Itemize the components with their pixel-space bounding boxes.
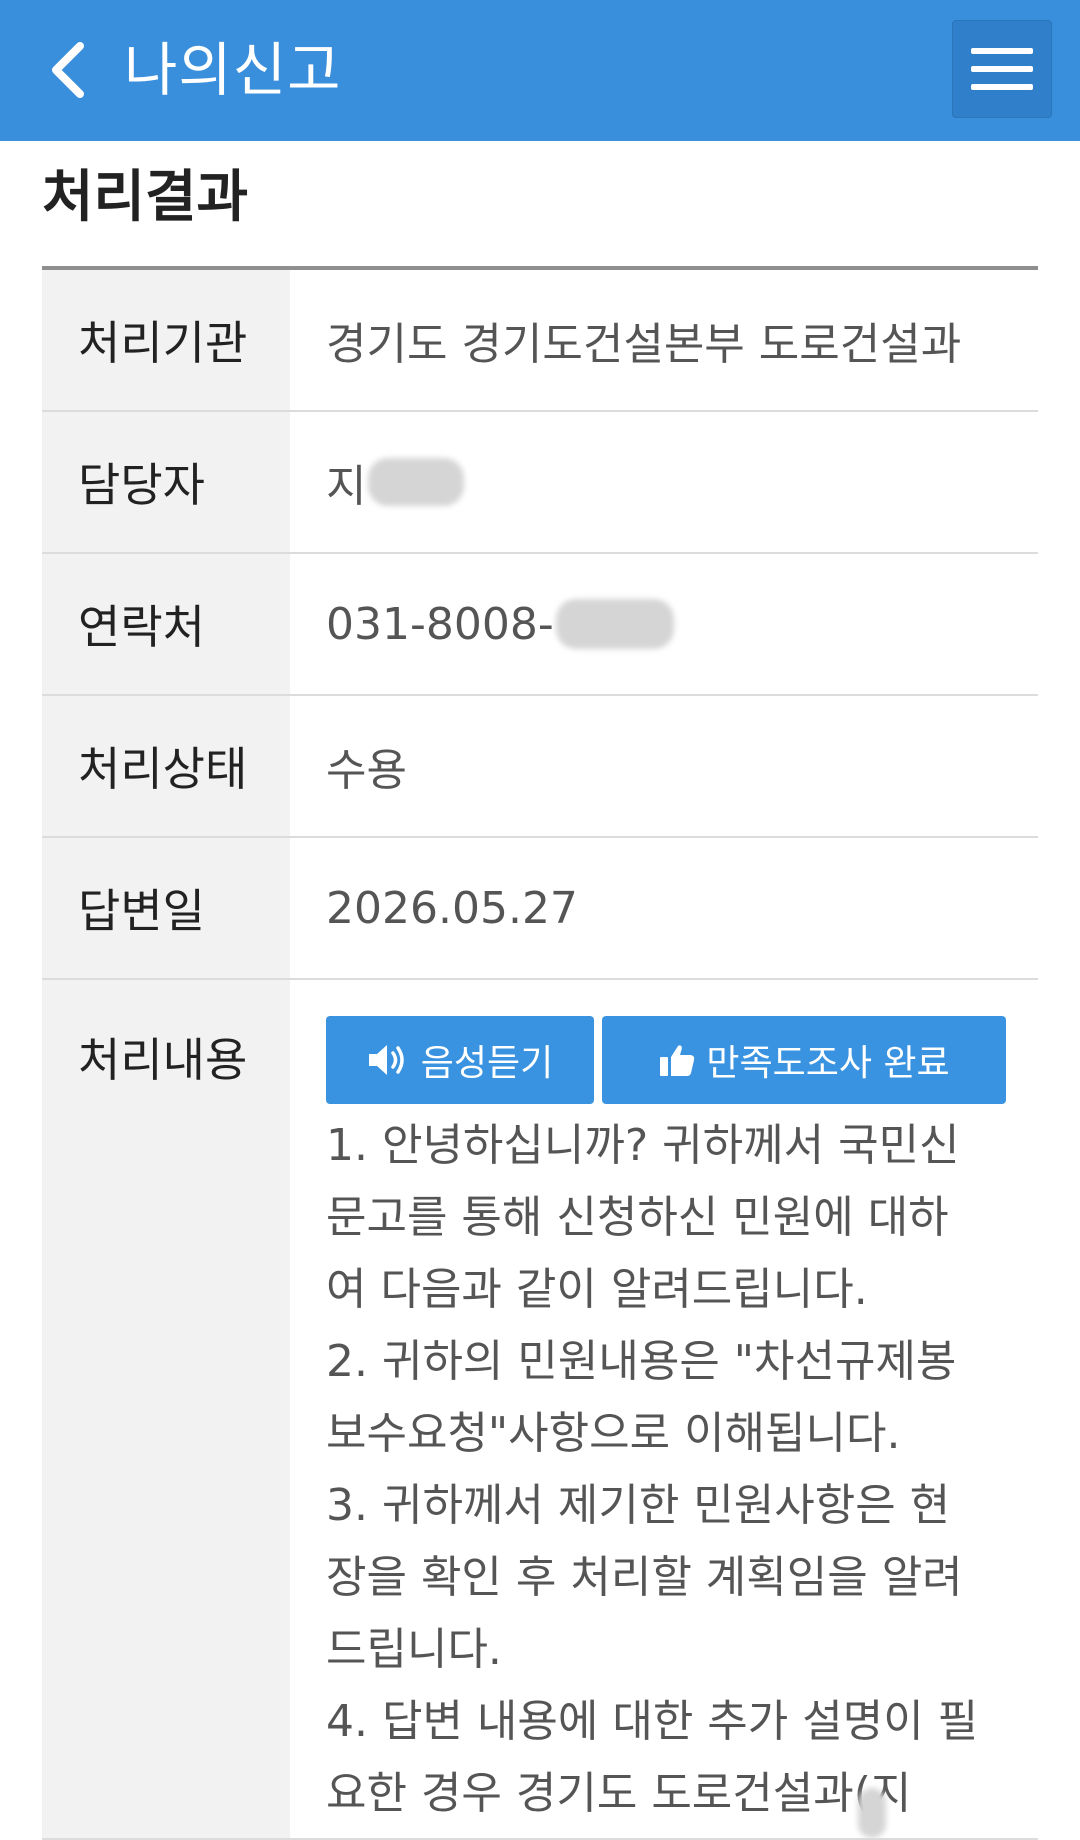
status-label: 처리상태 xyxy=(42,696,290,836)
app-bar: 나의신고 xyxy=(0,0,1080,141)
manager-value: 지 xyxy=(290,412,1038,552)
voice-listen-button[interactable]: 음성듣기 xyxy=(326,1016,594,1104)
manager-name: 지 xyxy=(326,461,367,512)
table-row-content: 처리내용 음성듣기 만족도조사 완료 1. 안녕하십니까? 귀하께서 국민신 문… xyxy=(42,980,1038,1840)
manager-label: 담당자 xyxy=(42,412,290,552)
answer-date-label: 답변일 xyxy=(42,838,290,978)
thumbs-up-icon xyxy=(660,1045,695,1076)
contact-label: 연락처 xyxy=(42,554,290,694)
redacted-blur xyxy=(555,599,674,649)
content-label: 처리내용 xyxy=(42,980,290,1838)
voice-listen-label: 음성듣기 xyxy=(420,1043,554,1084)
menu-button[interactable] xyxy=(952,20,1052,118)
redacted-blur xyxy=(858,1788,886,1838)
hamburger-menu-icon xyxy=(971,48,1033,54)
agency-label: 처리기관 xyxy=(42,270,290,410)
table-row-manager: 담당자 지 xyxy=(42,412,1038,554)
table-row-agency: 처리기관 경기도 경기도건설본부 도로건설과 xyxy=(42,270,1038,412)
back-button[interactable] xyxy=(38,34,98,106)
table-row-contact: 연락처 031-8008- xyxy=(42,554,1038,696)
satisfaction-survey-button[interactable]: 만족도조사 완료 xyxy=(602,1016,1006,1104)
contact-value: 031-8008- xyxy=(290,554,1038,694)
contact-number: 031-8008- xyxy=(326,598,554,650)
page-title: 나의신고 xyxy=(124,36,342,104)
chevron-left-icon xyxy=(52,42,84,98)
table-row-status: 처리상태 수용 xyxy=(42,696,1038,838)
speaker-icon xyxy=(368,1045,404,1075)
section-title: 처리결과 xyxy=(42,165,249,230)
redacted-blur xyxy=(368,458,465,506)
agency-value: 경기도 경기도건설본부 도로건설과 xyxy=(326,319,962,370)
content-text: 1. 안녕하십니까? 귀하께서 국민신 문고를 통해 신청하신 민원에 대하 여… xyxy=(326,1120,979,1819)
table-row-answer-date: 답변일 2026.05.27 xyxy=(42,838,1038,980)
content-actions: 음성듣기 만족도조사 완료 xyxy=(326,1016,1008,1104)
answer-date-value: 2026.05.27 xyxy=(326,882,578,934)
status-value: 수용 xyxy=(326,745,407,796)
satisfaction-survey-label: 만족도조사 완료 xyxy=(706,1043,950,1084)
result-table: 처리기관 경기도 경기도건설본부 도로건설과 담당자 지 연락처 031-800… xyxy=(42,270,1038,1840)
content-value: 음성듣기 만족도조사 완료 1. 안녕하십니까? 귀하께서 국민신 문고를 통해… xyxy=(290,980,1038,1838)
